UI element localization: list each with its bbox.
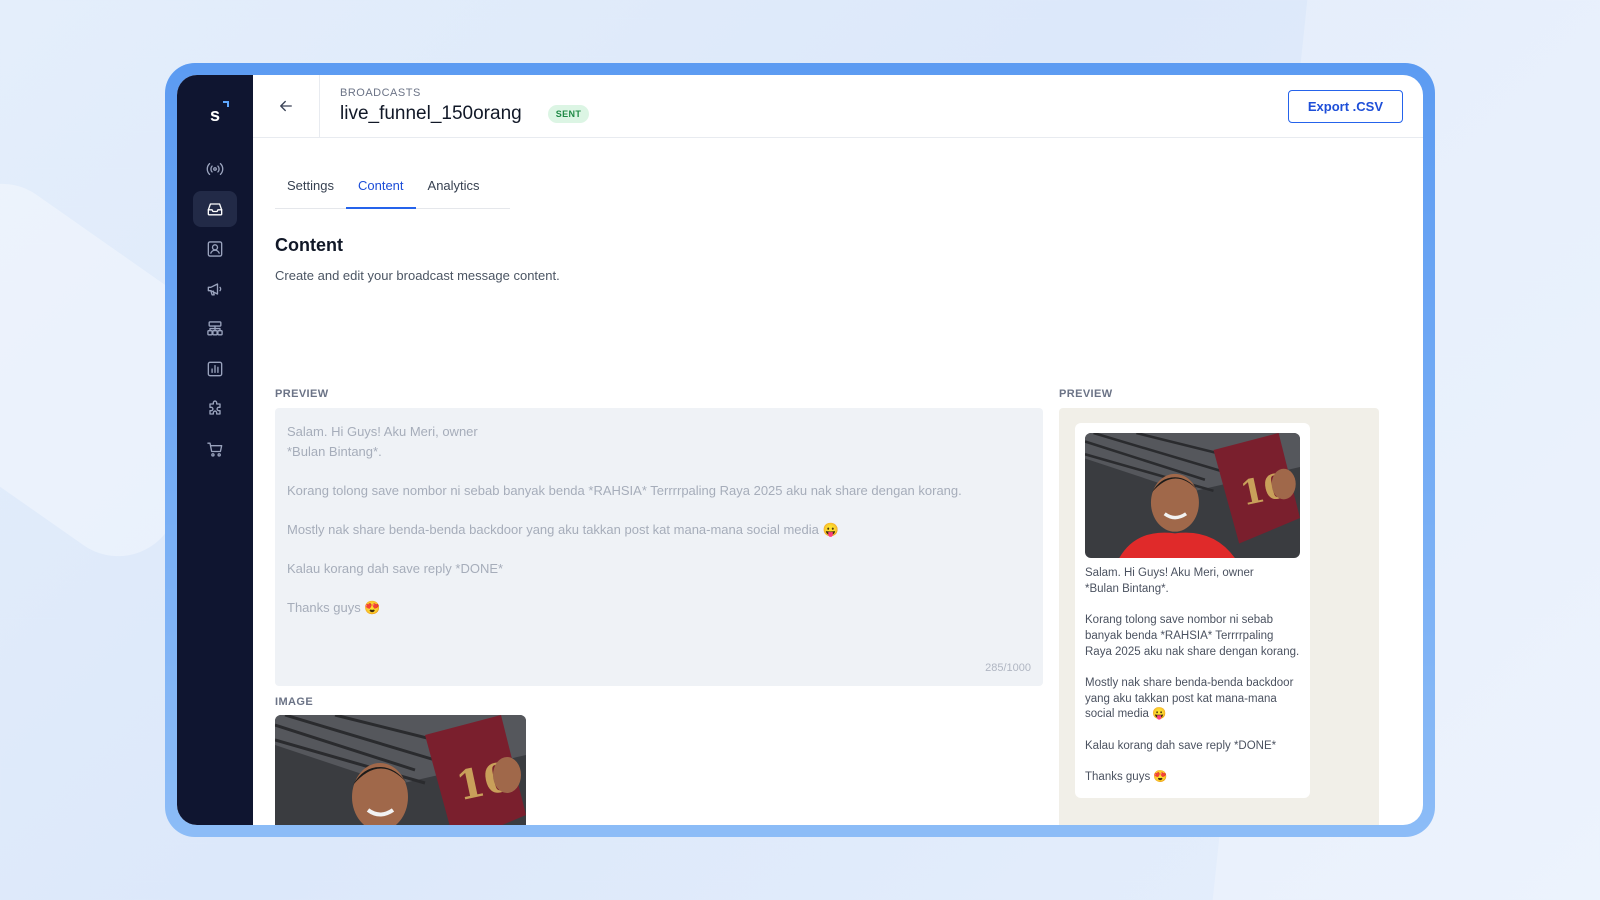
sidebar-item-inbox[interactable] [193, 191, 237, 227]
tab-analytics[interactable]: Analytics [416, 166, 492, 208]
flow-icon [207, 321, 223, 336]
tab-bar: Settings Content Analytics [275, 166, 510, 209]
page-title: live_funnel_150orang [340, 103, 522, 124]
status-badge: SENT [547, 105, 590, 123]
sidebar-item-flows[interactable] [193, 311, 237, 347]
bubble-image: 10 [1085, 433, 1300, 558]
app-frame: s BROADCASTS live_funnel_150orang SENT E… [165, 63, 1435, 837]
content-area: Settings Content Analytics Content Creat… [253, 138, 1423, 825]
tab-content[interactable]: Content [345, 166, 416, 209]
cart-icon [207, 442, 223, 457]
topbar: BROADCASTS live_funnel_150orang SENT Exp… [253, 75, 1423, 138]
title-block: BROADCASTS live_funnel_150orang SENT [320, 87, 590, 125]
export-csv-button[interactable]: Export .CSV [1287, 90, 1403, 123]
char-counter: 285/1000 [985, 662, 1031, 674]
message-bubble: 10 Salam. Hi Guys! Aku Meri, owner *Bula… [1075, 423, 1310, 798]
breadcrumb[interactable]: BROADCASTS [340, 87, 589, 99]
contact-icon [207, 241, 223, 257]
logo-mark-icon [223, 101, 229, 107]
inbox-icon [207, 203, 223, 216]
section-title: Content [275, 235, 343, 255]
bubble-message-text: Salam. Hi Guys! Aku Meri, owner *Bulan B… [1085, 567, 1300, 784]
megaphone-icon [207, 283, 222, 296]
sidebar-item-campaigns[interactable] [193, 271, 237, 307]
image-thumbnail[interactable]: 10 [275, 715, 526, 825]
photo-image: 10 [275, 715, 526, 825]
logo-letter: s [209, 104, 220, 125]
editor-column: PREVIEW Salam. Hi Guys! Aku Meri, owner … [275, 388, 1043, 825]
app-window: s BROADCASTS live_funnel_150orang SENT E… [177, 75, 1423, 825]
photo-image: 10 [1085, 433, 1300, 558]
sidebar: s [177, 75, 253, 825]
sidebar-item-analytics[interactable] [193, 351, 237, 387]
preview-column: PREVIEW 10 Salam. Hi Guys! Aku Meri, own… [1059, 388, 1379, 825]
image-label: IMAGE [275, 696, 314, 708]
arrow-left-icon [280, 100, 292, 112]
main-area: BROADCASTS live_funnel_150orang SENT Exp… [253, 75, 1423, 825]
sidebar-item-store[interactable] [193, 431, 237, 467]
section-subtitle: Create and edit your broadcast message c… [275, 268, 560, 283]
title-row: live_funnel_150orang SENT [340, 103, 590, 125]
broadcast-icon [206, 162, 224, 176]
chart-icon [207, 361, 223, 377]
app-logo[interactable]: s [195, 95, 235, 135]
tab-settings[interactable]: Settings [275, 166, 346, 208]
whatsapp-preview-panel: 10 Salam. Hi Guys! Aku Meri, owner *Bula… [1059, 408, 1379, 825]
preview-label: PREVIEW [275, 388, 329, 400]
preview-panel-label: PREVIEW [1059, 388, 1113, 400]
sidebar-item-integrations[interactable] [193, 391, 237, 427]
puzzle-icon [209, 400, 221, 415]
sidebar-item-broadcast[interactable] [193, 151, 237, 187]
back-button[interactable] [253, 75, 320, 138]
message-textarea[interactable]: Salam. Hi Guys! Aku Meri, owner *Bulan B… [275, 408, 1043, 686]
sidebar-item-contacts[interactable] [193, 231, 237, 267]
message-text: Salam. Hi Guys! Aku Meri, owner *Bulan B… [287, 424, 962, 616]
